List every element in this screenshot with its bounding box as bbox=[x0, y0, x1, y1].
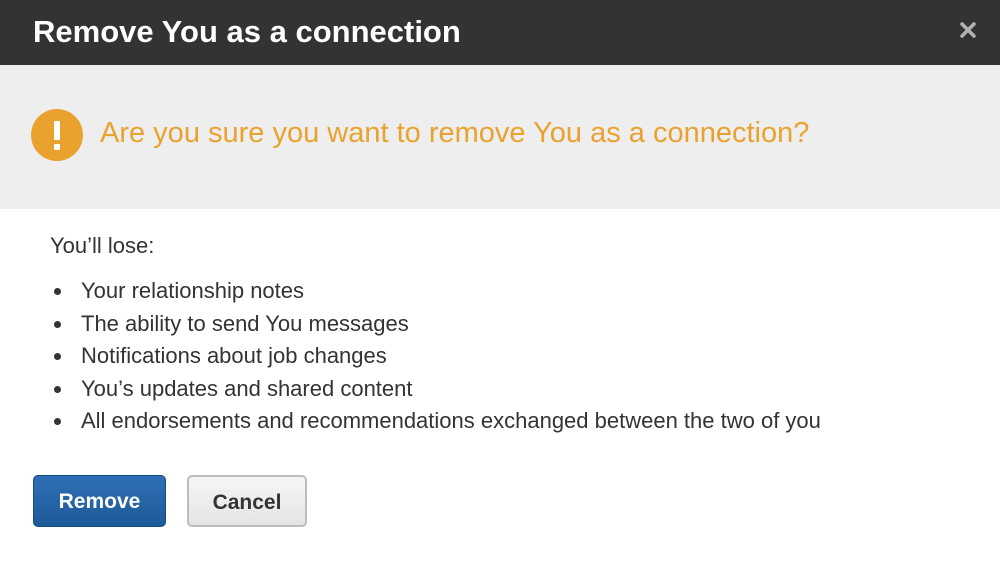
bullet-icon bbox=[54, 320, 61, 328]
bullet-icon bbox=[54, 353, 61, 360]
list-item-text: Your relationship notes bbox=[81, 278, 305, 303]
cancel-button[interactable]: Cancel bbox=[187, 475, 307, 527]
lose-list: Your relationship notes The ability to s… bbox=[50, 275, 970, 438]
exclamation-icon bbox=[31, 109, 83, 161]
lose-label: You’ll lose: bbox=[50, 233, 155, 258]
list-item-text: Notifications about job changes bbox=[81, 343, 387, 368]
remove-button[interactable]: Remove bbox=[33, 475, 166, 527]
remove-connection-dialog: Remove You as a connection Are you sure … bbox=[0, 0, 1000, 576]
dialog-body: You’ll lose: Your relationship notes The… bbox=[50, 231, 970, 438]
list-item: Notifications about job changes bbox=[50, 340, 970, 373]
bullet-icon bbox=[54, 288, 61, 295]
list-item: Your relationship notes bbox=[50, 275, 970, 308]
list-item-text: The ability to send You messages bbox=[81, 310, 409, 336]
warning-message: Are you sure you want to remove You as a… bbox=[100, 117, 810, 149]
list-item: All endorsements and recommendations exc… bbox=[50, 405, 970, 438]
list-item: The ability to send You messages bbox=[50, 308, 970, 341]
bullet-icon bbox=[54, 385, 61, 393]
close-icon[interactable] bbox=[958, 20, 978, 40]
list-item-text: You’s updates and shared content bbox=[81, 375, 413, 401]
list-item-text: All endorsements and recommendations exc… bbox=[81, 408, 821, 433]
list-item: You’s updates and shared content bbox=[50, 373, 970, 406]
dialog-title: Remove You as a connection bbox=[33, 14, 461, 49]
warning-banner: Are you sure you want to remove You as a… bbox=[0, 65, 1000, 209]
dialog-header: Remove You as a connection bbox=[0, 0, 1000, 65]
bullet-icon bbox=[54, 418, 61, 425]
